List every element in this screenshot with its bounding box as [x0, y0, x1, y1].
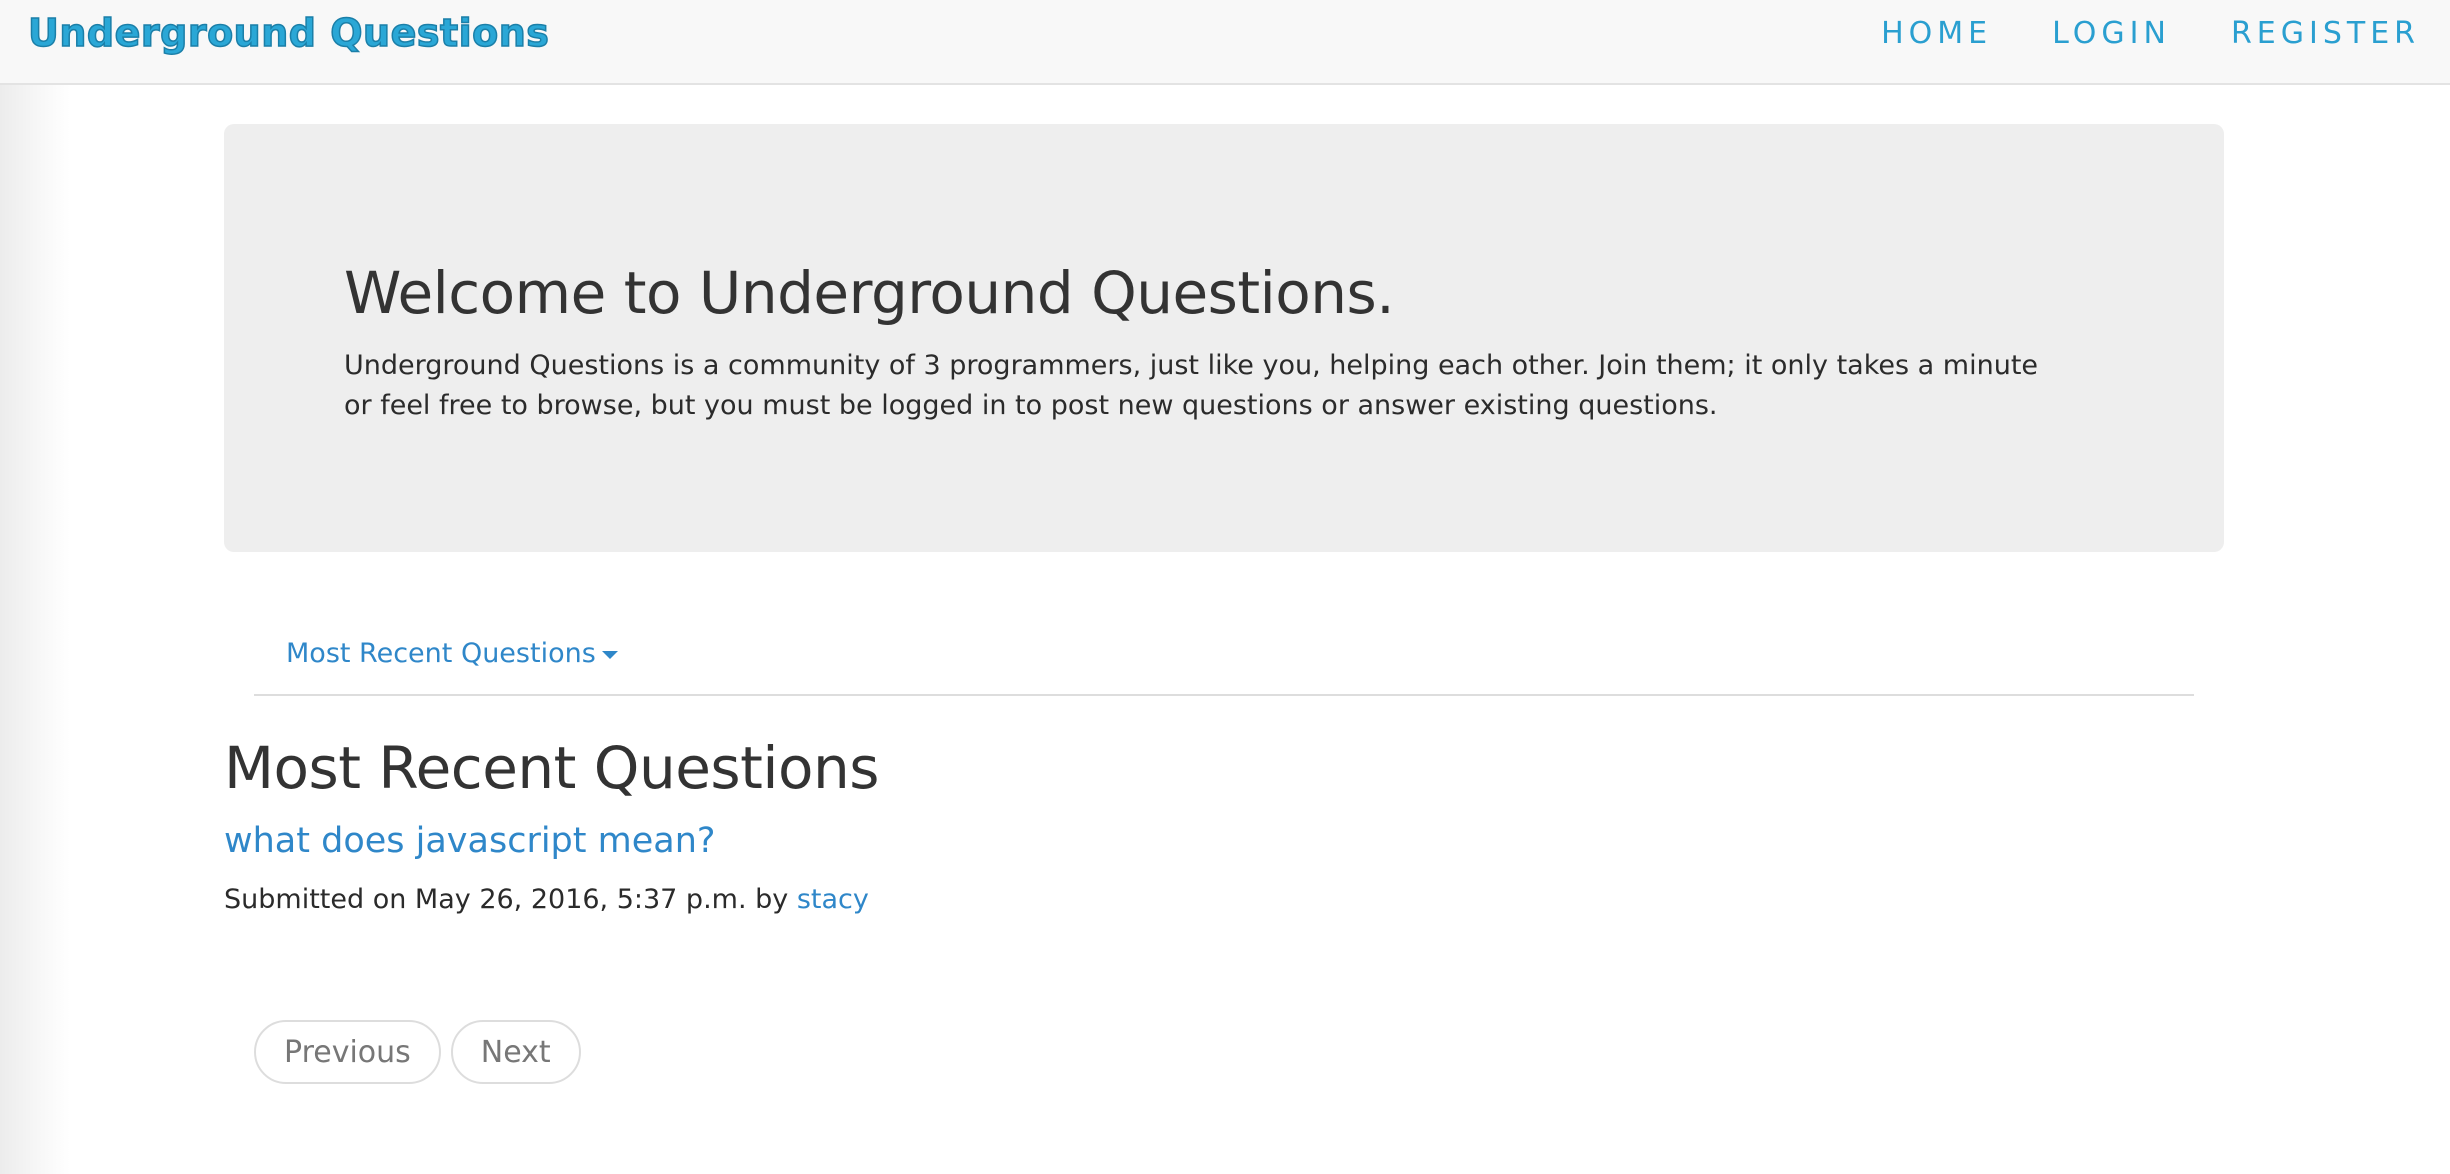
- submitted-text: Submitted on May 26, 2016, 5:37 p.m. by: [224, 884, 797, 915]
- nav-links: HOME LOGIN REGISTER: [1881, 14, 2420, 54]
- nav-register-link[interactable]: REGISTER: [2231, 14, 2420, 54]
- sort-dropdown-toggle[interactable]: Most Recent Questions: [286, 636, 618, 672]
- brand-logo[interactable]: Underground Questions: [27, 10, 549, 56]
- author-link[interactable]: stacy: [797, 884, 869, 915]
- welcome-title: Welcome to Underground Questions.: [344, 259, 1395, 327]
- pager: Previous Next: [254, 1020, 581, 1084]
- welcome-jumbotron: Welcome to Underground Questions. Underg…: [224, 124, 2224, 552]
- question-meta: Submitted on May 26, 2016, 5:37 p.m. by …: [224, 880, 869, 920]
- previous-button[interactable]: Previous: [254, 1020, 441, 1084]
- question-title-link[interactable]: what does javascript mean?: [224, 816, 715, 866]
- section-title: Most Recent Questions: [224, 734, 879, 802]
- navbar: Underground Questions HOME LOGIN REGISTE…: [0, 0, 2450, 85]
- nav-home-link[interactable]: HOME: [1881, 14, 1992, 54]
- page: Underground Questions HOME LOGIN REGISTE…: [0, 0, 2450, 1174]
- caret-down-icon: [601, 650, 618, 659]
- nav-login-link[interactable]: LOGIN: [2052, 14, 2171, 54]
- sort-dropdown-label: Most Recent Questions: [286, 638, 596, 669]
- question-sort-tabs: Most Recent Questions: [254, 620, 2194, 696]
- next-button[interactable]: Next: [450, 1020, 581, 1084]
- left-edge-shadow: [0, 84, 70, 1174]
- welcome-text: Underground Questions is a community of …: [344, 350, 2039, 421]
